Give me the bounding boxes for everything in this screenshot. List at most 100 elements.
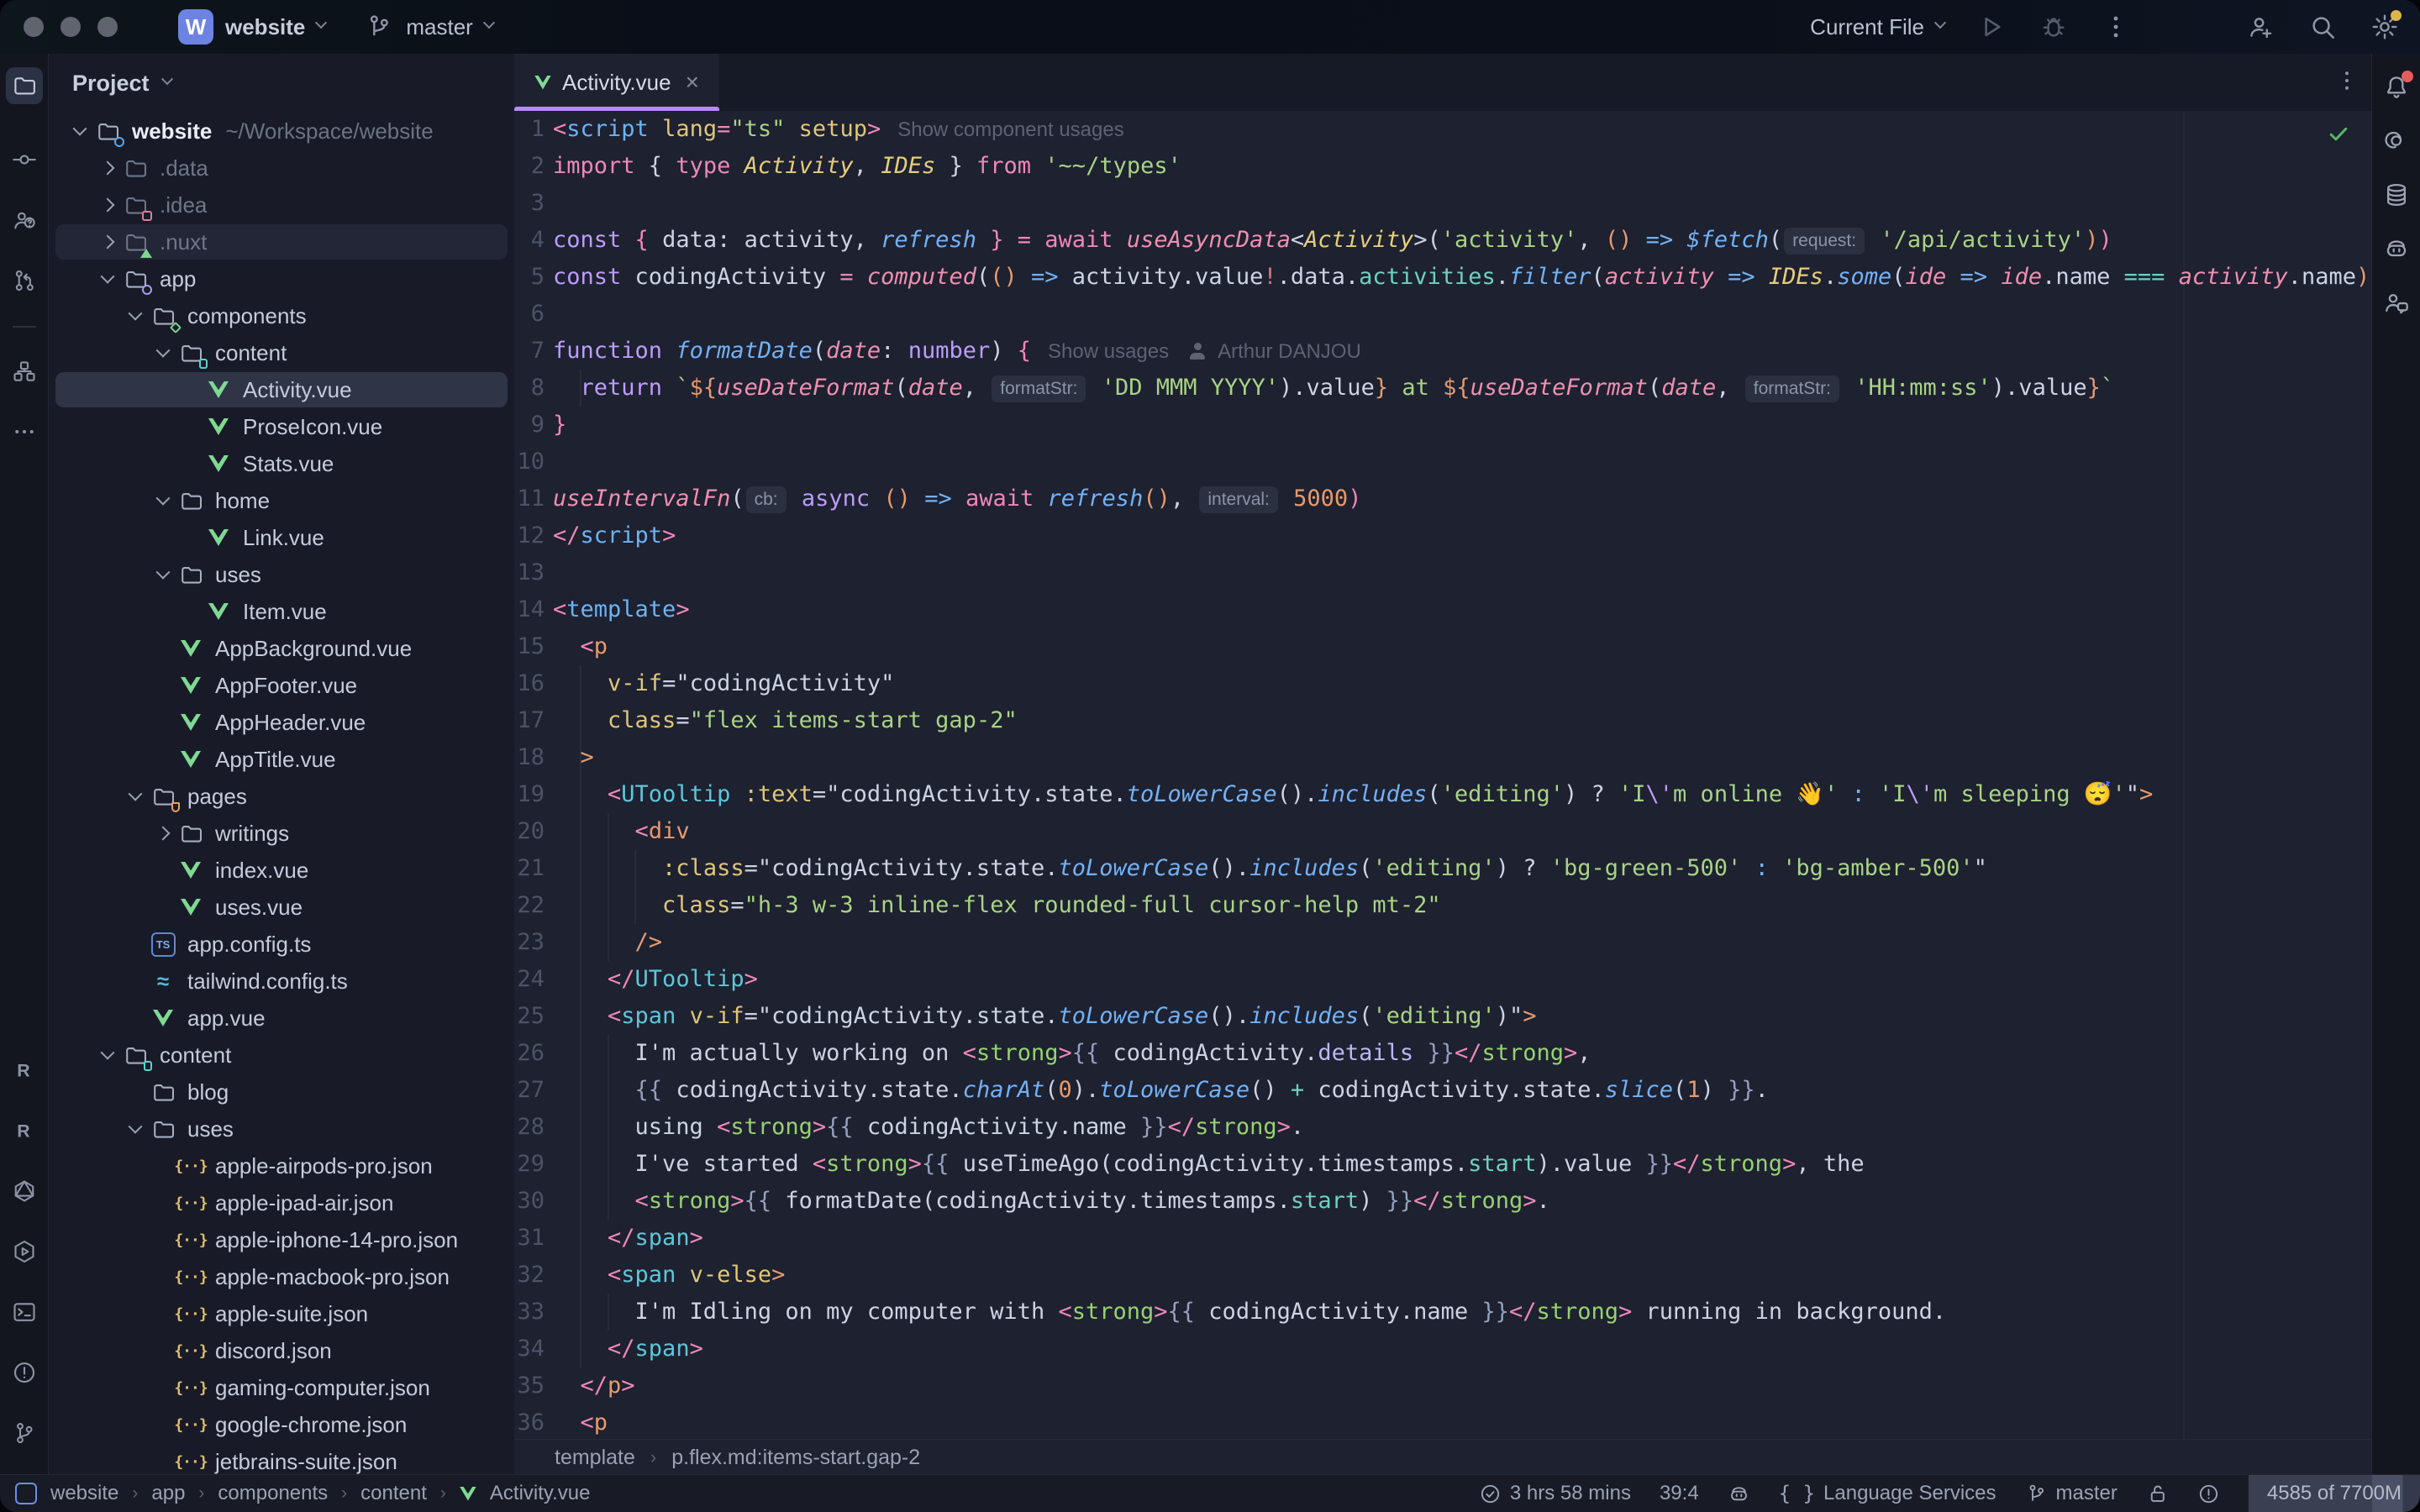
line-number[interactable]: 7 [514,333,544,370]
users-help-icon[interactable] [6,202,43,239]
caret-position-widget[interactable]: 39:4 [1660,1482,1699,1505]
tab-options-kebab-icon[interactable] [2334,68,2360,97]
line-number[interactable]: 36 [514,1404,544,1440]
commit-icon[interactable] [6,141,43,178]
line-number[interactable]: 28 [514,1109,544,1146]
window-minimize-button[interactable] [60,17,81,37]
tree-item-link.vue[interactable]: Link.vue [49,519,514,556]
tree-item-index.vue[interactable]: index.vue [49,852,514,889]
code-line-36[interactable]: <p [553,1404,608,1440]
code-pane[interactable]: <script lang="ts" setup>Show component u… [553,111,2371,1440]
code-line-33[interactable]: I'm Idling on my computer with <strong>{… [553,1294,1946,1331]
code-line-1[interactable]: <script lang="ts" setup>Show component u… [553,111,1124,148]
git-branch-icon[interactable] [6,1415,43,1452]
event-log-widget[interactable] [2197,1483,2220,1505]
line-number[interactable]: 2 [514,148,544,185]
code-line-23[interactable]: /> [553,924,662,961]
wakatime-widget[interactable]: 3 hrs 58 mins [1479,1482,1631,1505]
vcs-widget[interactable]: master [364,12,492,42]
chevron-down-icon[interactable] [129,307,143,321]
line-number[interactable]: 9 [514,407,544,444]
line-number[interactable]: 26 [514,1035,544,1072]
tree-item-blog[interactable]: blog [49,1074,514,1110]
code-hint[interactable]: Show component usages [897,118,1124,141]
tab-activity-vue[interactable]: Activity.vue × [514,54,719,111]
tree-item-apple-iphone-14-pro.json[interactable]: {··}apple-iphone-14-pro.json [49,1221,514,1258]
line-number[interactable]: 29 [514,1146,544,1183]
line-number[interactable]: 23 [514,924,544,961]
editor-gutter[interactable]: 1234567891011121314151617181920212223242… [514,111,544,1440]
line-number[interactable]: 16 [514,665,544,702]
chevron-down-icon[interactable] [156,491,171,506]
code-hint[interactable]: Show usages [1048,340,1169,363]
tree-item-uses[interactable]: uses [49,556,514,593]
code-line-14[interactable]: <template> [553,591,690,628]
terminal-icon[interactable] [6,1294,43,1331]
chevron-right-icon[interactable] [101,161,115,176]
line-number[interactable]: 25 [514,998,544,1035]
debug-button[interactable] [2039,12,2069,42]
chevron-down-icon[interactable] [101,1046,115,1060]
tree-item-app.vue[interactable]: app.vue [49,1000,514,1037]
tree-item-website[interactable]: website~/Workspace/website [49,113,514,150]
code-line-30[interactable]: <strong>{{ formatDate(codingActivity.tim… [553,1183,1550,1220]
more-actions-button[interactable] [2101,12,2131,42]
tree-item-writings[interactable]: writings [49,815,514,852]
more-icon[interactable] [6,413,43,450]
line-number[interactable]: 21 [514,850,544,887]
tree-item-apple-macbook-pro.json[interactable]: {··}apple-macbook-pro.json [49,1258,514,1295]
project-folder-icon[interactable] [6,67,43,104]
r-lang-icon[interactable]: R [6,1052,43,1089]
search-everywhere-button[interactable] [2307,12,2338,42]
line-number[interactable]: 30 [514,1183,544,1220]
line-number[interactable]: 12 [514,517,544,554]
chevron-down-icon[interactable] [129,1120,143,1134]
memory-indicator[interactable]: 4585 of 7700M [2249,1475,2420,1512]
code-line-20[interactable]: <div [553,813,690,850]
tree-item-content[interactable]: content [49,1037,514,1074]
project-panel-header[interactable]: Project [49,54,514,113]
status-breadcrumb-item[interactable]: content [360,1482,427,1505]
breadcrumb-item[interactable]: template [555,1446,635,1470]
code-line-2[interactable]: import { type Activity, IDEs } from '~~/… [553,148,1181,185]
ai-assistant-icon[interactable] [2378,123,2415,160]
settings-button[interactable] [2370,12,2400,42]
line-number[interactable]: 4 [514,222,544,259]
line-number[interactable]: 24 [514,961,544,998]
tree-item-uses[interactable]: uses [49,1110,514,1147]
line-number[interactable]: 13 [514,554,544,591]
code-line-27[interactable]: {{ codingActivity.state.charAt(0).toLowe… [553,1072,1769,1109]
status-breadcrumb-item[interactable]: website [50,1482,118,1505]
code-line-28[interactable]: using <strong>{{ codingActivity.name }}<… [553,1109,1304,1146]
code-line-19[interactable]: <UTooltip :text="codingActivity.state.to… [553,776,2153,813]
code-line-12[interactable]: </script> [553,517,676,554]
code-line-17[interactable]: class="flex items-start gap-2" [553,702,1018,739]
code-line-15[interactable]: <p [553,628,608,665]
tree-item-appbackground.vue[interactable]: AppBackground.vue [49,630,514,667]
code-line-16[interactable]: v-if="codingActivity" [553,665,894,702]
tree-item-apple-airpods-pro.json[interactable]: {··}apple-airpods-pro.json [49,1147,514,1184]
line-number[interactable]: 1 [514,111,544,148]
graphql-icon[interactable] [6,1173,43,1210]
tree-item-.data[interactable]: .data [49,150,514,186]
notifications-icon[interactable] [2378,69,2415,106]
tree-item-jetbrains-suite.json[interactable]: {··}jetbrains-suite.json [49,1443,514,1475]
run-configuration-selector[interactable]: Current File [1810,14,1944,40]
tree-item-uses.vue[interactable]: uses.vue [49,889,514,926]
close-icon[interactable]: × [686,69,699,96]
code-line-22[interactable]: class="h-3 w-3 inline-flex rounded-full … [553,887,1441,924]
code-line-31[interactable]: </span> [553,1220,703,1257]
tree-item-google-chrome.json[interactable]: {··}google-chrome.json [49,1406,514,1443]
tree-item-activity.vue[interactable]: Activity.vue [49,371,514,408]
tree-item-appfooter.vue[interactable]: AppFooter.vue [49,667,514,704]
line-number[interactable]: 5 [514,259,544,296]
window-zoom-button[interactable] [97,17,118,37]
code-line-26[interactable]: I'm actually working on <strong>{{ codin… [553,1035,1591,1072]
status-breadcrumb-file[interactable]: Activity.vue [490,1482,591,1505]
tree-item-apptitle.vue[interactable]: AppTitle.vue [49,741,514,778]
code-line-11[interactable]: useIntervalFn(cb: async () => await refr… [553,480,1361,517]
tree-item-gaming-computer.json[interactable]: {··}gaming-computer.json [49,1369,514,1406]
line-number[interactable]: 14 [514,591,544,628]
line-number[interactable]: 22 [514,887,544,924]
line-number[interactable]: 32 [514,1257,544,1294]
